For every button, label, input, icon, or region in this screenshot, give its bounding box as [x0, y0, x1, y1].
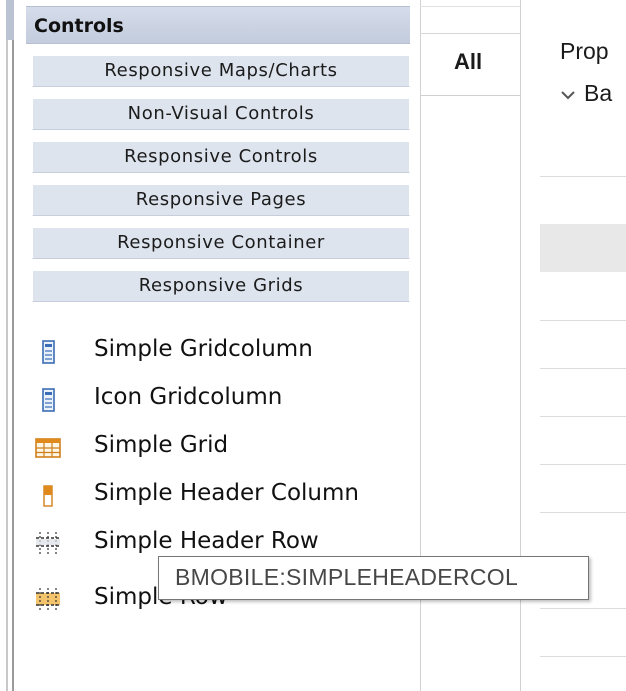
- tab-all-label[interactable]: All: [454, 49, 482, 75]
- palette-entry-simple-header-column[interactable]: Simple Header Column: [26, 469, 410, 517]
- header-row-icon: [34, 527, 62, 556]
- property-row-selected[interactable]: [540, 224, 626, 272]
- tooltip: BMOBILE:SIMPLEHEADERCOL: [158, 556, 589, 600]
- tab-strip-top: [420, 0, 520, 7]
- border-line-outer: [12, 0, 14, 691]
- drawer-responsive-container[interactable]: Responsive Container: [32, 227, 410, 259]
- grid-icon: [34, 431, 62, 459]
- header-column-icon: [34, 479, 62, 507]
- window-left-border: [0, 0, 14, 691]
- property-row[interactable]: [540, 512, 626, 513]
- drawer-responsive-grids[interactable]: Responsive Grids: [32, 270, 410, 302]
- gridcolumn-icon: [34, 335, 62, 364]
- property-row[interactable]: [540, 656, 626, 657]
- property-row[interactable]: [540, 464, 626, 465]
- property-row[interactable]: [540, 368, 626, 369]
- entry-label: Simple Grid: [94, 432, 229, 458]
- properties-title: Prop: [560, 38, 609, 64]
- drawer-non-visual-controls[interactable]: Non-Visual Controls: [32, 98, 410, 130]
- drawer-responsive-pages[interactable]: Responsive Pages: [32, 184, 410, 216]
- chevron-down-icon[interactable]: [560, 85, 576, 106]
- property-group-header[interactable]: Ba: [560, 80, 612, 107]
- property-row[interactable]: [540, 416, 626, 417]
- property-row[interactable]: [540, 608, 626, 609]
- property-row[interactable]: [540, 176, 626, 177]
- drawer-responsive-maps-charts[interactable]: Responsive Maps/Charts: [32, 55, 410, 87]
- entry-label: Simple Header Column: [94, 480, 359, 506]
- palette-entry-simple-grid[interactable]: Simple Grid: [26, 421, 410, 469]
- entry-label: Simple Gridcolumn: [94, 336, 313, 362]
- row-icon: [34, 583, 62, 612]
- palette-header[interactable]: Controls: [26, 6, 410, 44]
- drawer-responsive-controls[interactable]: Responsive Controls: [32, 141, 410, 173]
- border-line-inner: [6, 0, 8, 691]
- entry-label: Icon Gridcolumn: [94, 384, 283, 410]
- palette-entry-icon-gridcolumn[interactable]: Icon Gridcolumn: [26, 373, 410, 421]
- border-notch: [6, 0, 14, 40]
- property-group-label: Ba: [584, 80, 613, 106]
- gridcolumn-icon: [34, 383, 62, 412]
- palette-entry-simple-gridcolumn[interactable]: Simple Gridcolumn: [26, 325, 410, 373]
- property-row[interactable]: [540, 320, 626, 321]
